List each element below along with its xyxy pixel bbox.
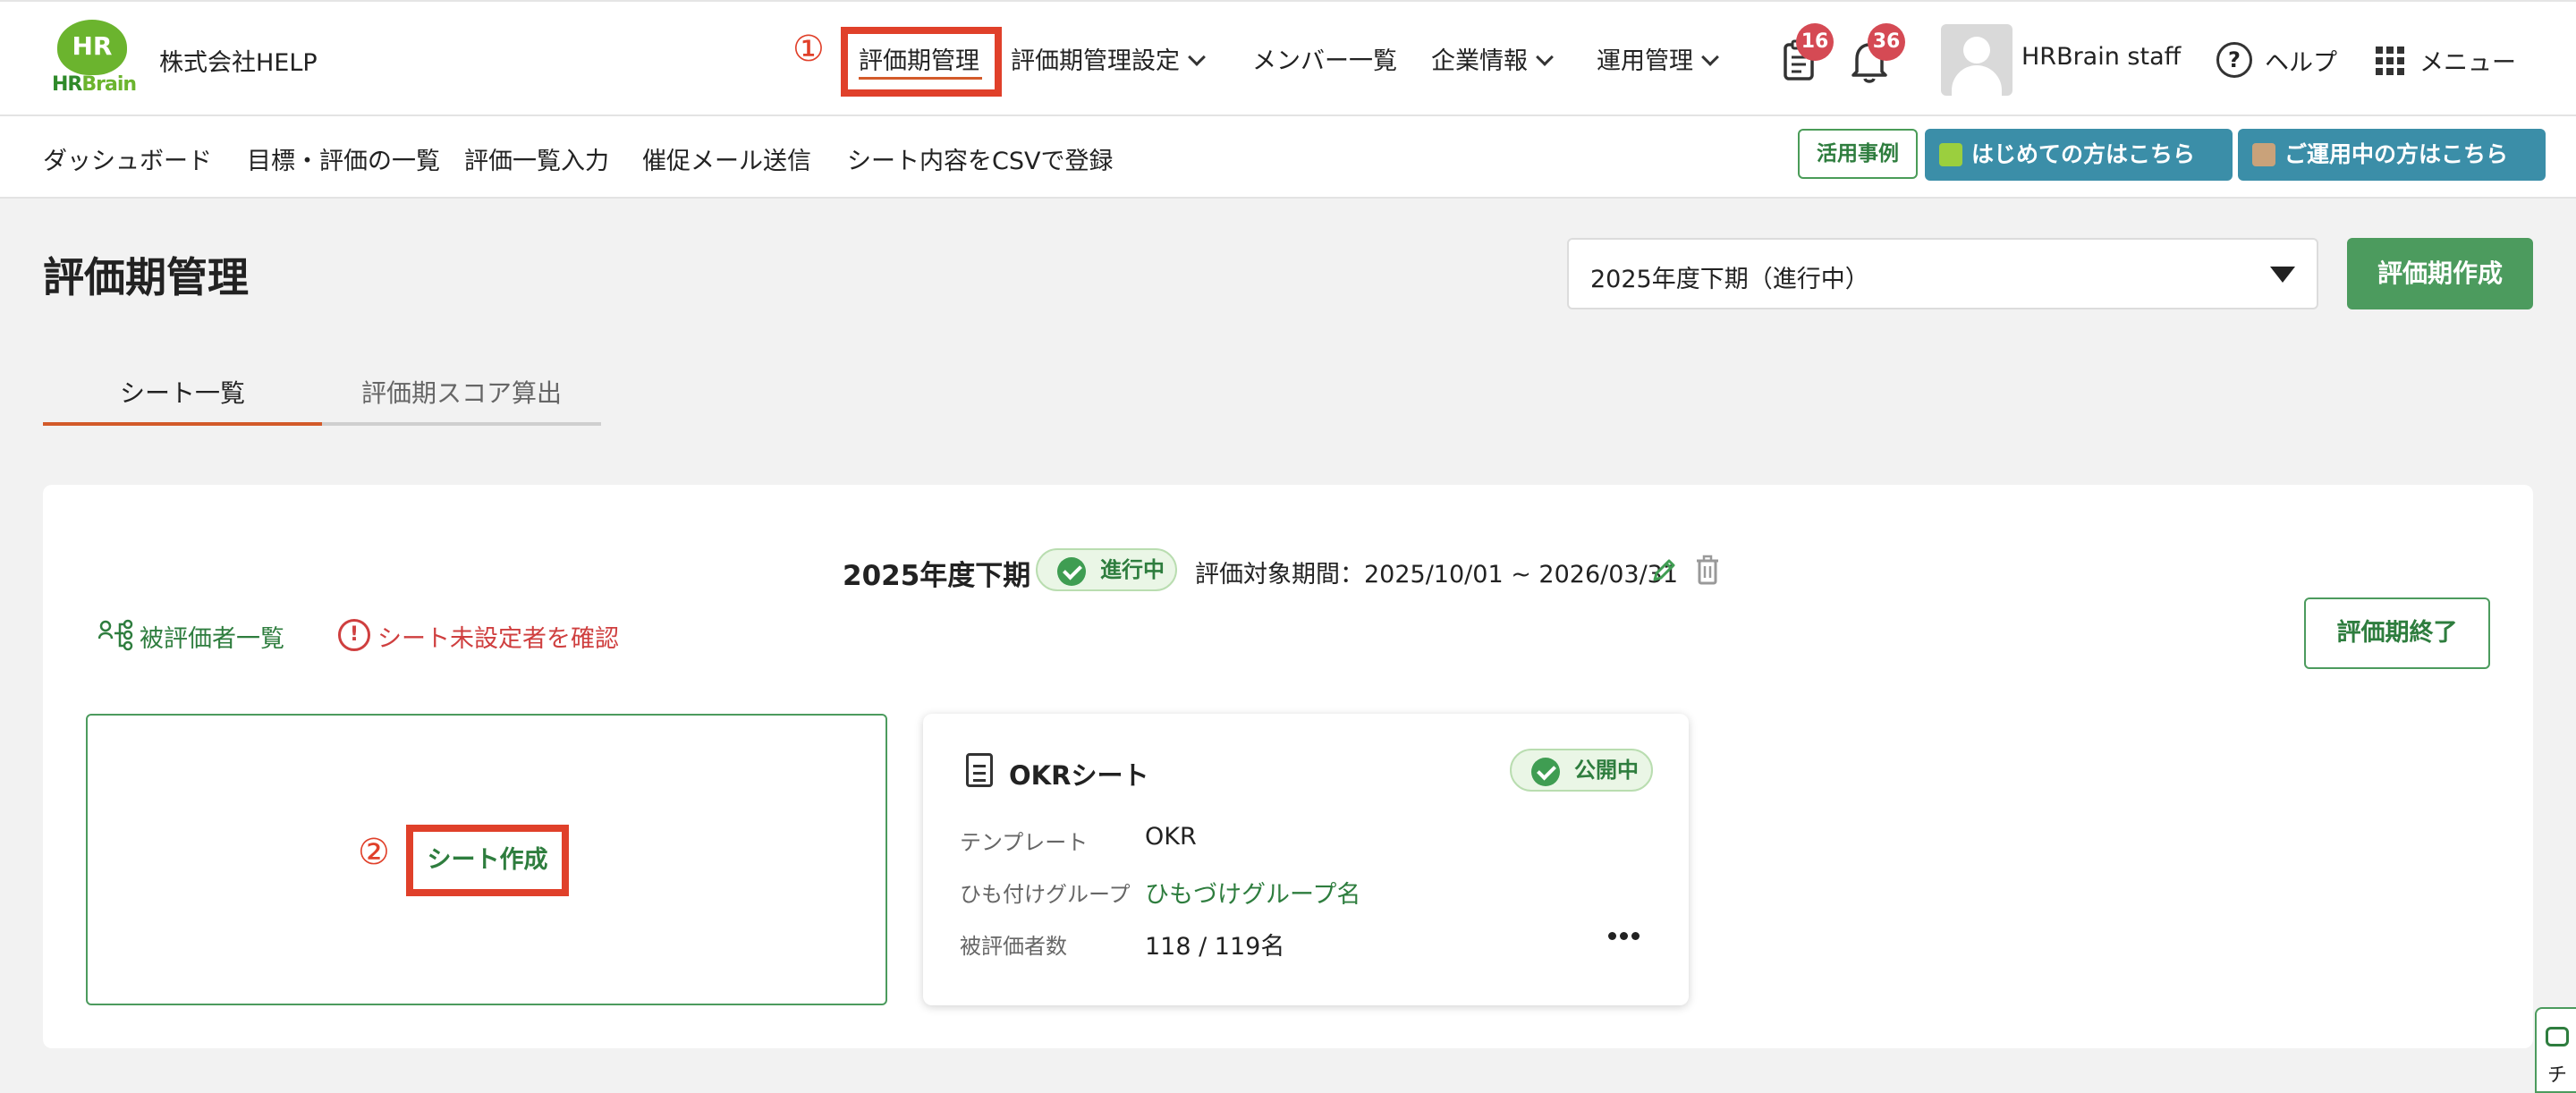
- tasks-badge: 16: [1796, 23, 1834, 61]
- group-link[interactable]: ひもづけグループ名: [1145, 875, 1360, 910]
- tab-inactive-indicator: [322, 422, 601, 426]
- period-name: 2025年度下期: [843, 560, 1031, 592]
- chat-widget-tab[interactable]: チ: [2535, 1007, 2576, 1093]
- period-select-value: 2025年度下期（進行中）: [1590, 266, 1869, 293]
- chevron-down-icon: [1188, 48, 1206, 66]
- evaluatees-count-value: 118 / 119名: [1145, 933, 1285, 961]
- period-select[interactable]: 2025年度下期（進行中）: [1567, 238, 2318, 309]
- nav-operations[interactable]: 運用管理: [1597, 41, 1719, 76]
- first-time-button[interactable]: はじめての方はこちら: [1925, 129, 2233, 181]
- unset-sheet-link[interactable]: ! シート未設定者を確認: [338, 619, 619, 654]
- sub-navigation: ダッシュボード 目標・評価の一覧 評価一覧入力 催促メール送信 シート内容をCS…: [0, 116, 2576, 199]
- nav-company-info[interactable]: 企業情報: [1431, 41, 1554, 76]
- create-period-button[interactable]: 評価期作成: [2347, 238, 2533, 309]
- top-header: HR HRBrain 株式会社HELP ① 評価期管理 評価期管理設定 メンバー…: [0, 0, 2576, 116]
- hrbrain-logo[interactable]: HR HRBrain: [52, 20, 137, 96]
- in-use-button[interactable]: ご運用中の方はこちら: [2238, 129, 2546, 181]
- operator-icon: [2252, 143, 2275, 166]
- annotation-step-1: ①: [792, 29, 825, 70]
- chat-label: チ: [2547, 1064, 2568, 1087]
- nav-active-indicator: [859, 77, 982, 80]
- avatar[interactable]: [1941, 24, 2012, 96]
- group-label: ひも付けグループ: [960, 882, 1131, 907]
- subnav-csv-import[interactable]: シート内容をCSVで登録: [847, 141, 1113, 176]
- company-name: 株式会社HELP: [159, 49, 318, 77]
- nav-evaluation-period[interactable]: 評価期管理: [859, 41, 979, 76]
- tab-period-score[interactable]: 評価期スコア算出: [322, 374, 601, 428]
- tab-active-indicator: [43, 422, 322, 426]
- template-label: テンプレート: [960, 830, 1089, 855]
- hierarchy-icon: [98, 619, 133, 651]
- status-badge: 進行中: [1036, 548, 1177, 591]
- template-value: OKR: [1145, 823, 1197, 851]
- nav-evaluation-settings[interactable]: 評価期管理設定: [1011, 41, 1206, 76]
- logo-mark: HR: [57, 20, 127, 75]
- tab-sheet-list[interactable]: シート一覧: [43, 374, 322, 428]
- menu-button[interactable]: メニュー: [2419, 43, 2516, 78]
- evaluatees-link[interactable]: 被評価者一覧: [98, 619, 284, 654]
- case-studies-button[interactable]: 活用事例: [1798, 129, 1918, 179]
- annotation-step-2: ②: [358, 832, 390, 873]
- end-period-button[interactable]: 評価期終了: [2304, 597, 2490, 669]
- caret-down-icon: [2270, 267, 2295, 283]
- check-circle-icon: [1531, 758, 1560, 786]
- pencil-icon[interactable]: [1651, 556, 1678, 583]
- help-link[interactable]: ヘルプ: [2265, 43, 2337, 78]
- beginner-mark-icon: [1939, 143, 1962, 166]
- subnav-evaluation-input[interactable]: 評価一覧入力: [464, 141, 609, 176]
- subnav-goals-list[interactable]: 目標・評価の一覧: [247, 141, 440, 176]
- subnav-reminder-email[interactable]: 催促メール送信: [642, 141, 811, 176]
- evaluatees-count-label: 被評価者数: [960, 934, 1067, 959]
- logo-wordmark: HRBrain: [52, 73, 137, 96]
- sheet-status-badge: 公開中: [1510, 749, 1653, 792]
- document-icon: [966, 753, 993, 787]
- sheet-title[interactable]: OKRシート: [1009, 755, 1148, 792]
- chevron-down-icon: [1536, 48, 1554, 66]
- user-name[interactable]: HRBrain staff: [2021, 43, 2181, 71]
- nav-members[interactable]: メンバー一覧: [1252, 41, 1397, 76]
- subnav-dashboard[interactable]: ダッシュボード: [43, 141, 212, 176]
- create-sheet-button[interactable]: シート作成: [406, 825, 569, 896]
- notifications-badge: 36: [1868, 23, 1905, 61]
- help-icon[interactable]: ?: [2216, 42, 2252, 78]
- more-options-icon[interactable]: [1606, 930, 1642, 943]
- check-circle-icon: [1057, 557, 1086, 586]
- chevron-down-icon: [1701, 48, 1719, 66]
- grid-menu-icon[interactable]: [2376, 47, 2404, 75]
- trash-icon[interactable]: [1694, 555, 1721, 585]
- alert-circle-icon: !: [338, 619, 370, 651]
- period-range: 評価対象期間：2025/10/01 ~ 2026/03/31: [1195, 561, 1679, 589]
- chat-bubble-icon: [2546, 1027, 2569, 1046]
- page-title: 評価期管理: [43, 253, 249, 301]
